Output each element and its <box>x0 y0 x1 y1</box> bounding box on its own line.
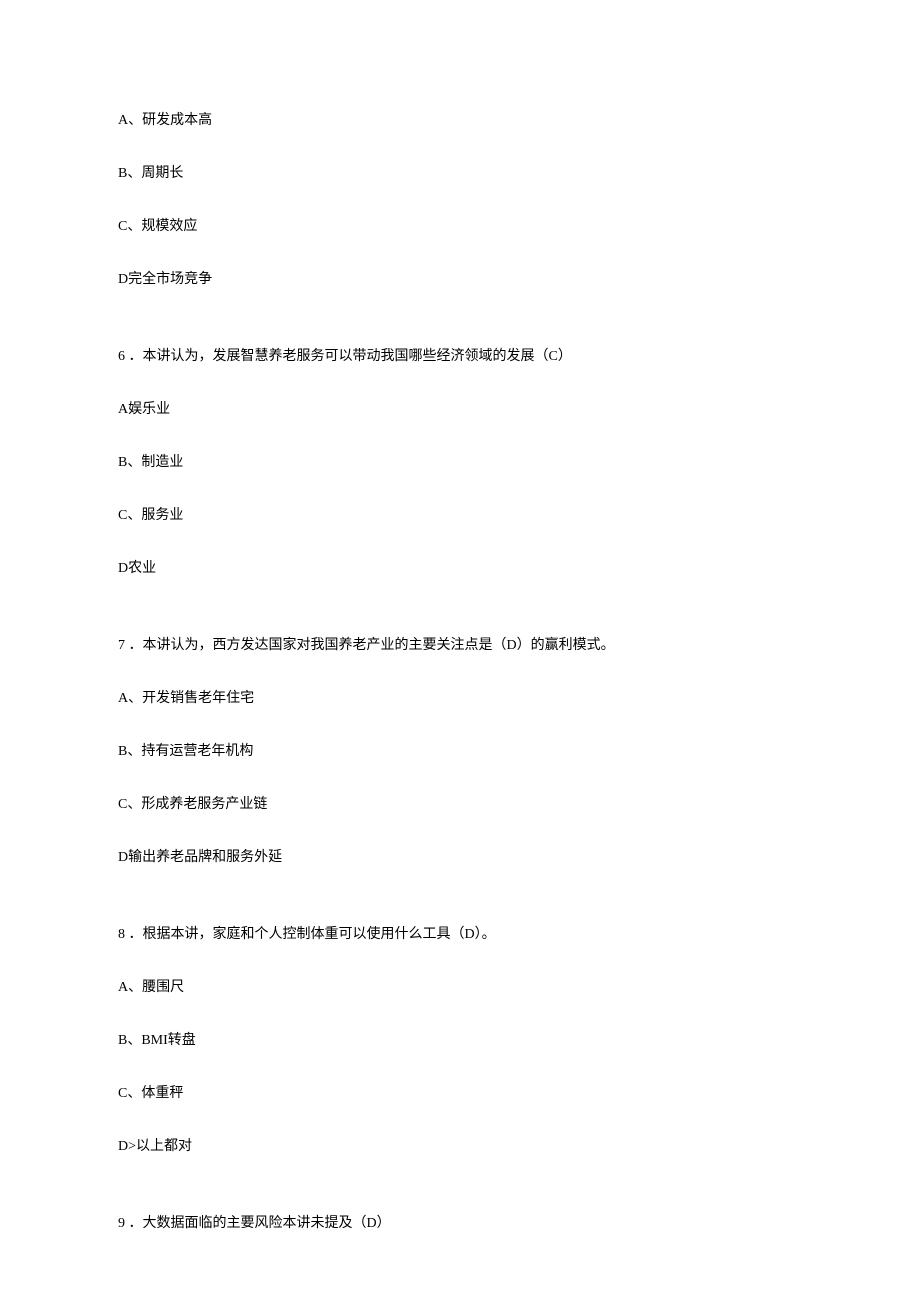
q8-option-d: D>以上都对 <box>118 1136 802 1157</box>
q6-option-d: D农业 <box>118 558 802 579</box>
q5-option-b: B、周期长 <box>118 163 802 184</box>
q6-option-c: C、服务业 <box>118 505 802 526</box>
q8-option-a: A、腰围尺 <box>118 977 802 998</box>
q5-option-a: A、研发成本高 <box>118 110 802 131</box>
q8-option-b: B、BMI转盘 <box>118 1030 802 1051</box>
q6-option-a: A娱乐业 <box>118 399 802 420</box>
q8-option-c: C、体重秤 <box>118 1083 802 1104</box>
q5-option-d: D完全市场竞争 <box>118 269 802 290</box>
q8-text: 8 ．根据本讲，家庭和个人控制体重可以使用什么工具（D）。 <box>118 924 802 945</box>
q7-option-c: C、形成养老服务产业链 <box>118 794 802 815</box>
q7-text: 7 ．本讲认为，西方发达国家对我国养老产业的主要关注点是（D）的赢利模式。 <box>118 635 802 656</box>
q7-option-a: A、开发销售老年住宅 <box>118 688 802 709</box>
q6-text: 6 ．本讲认为，发展智慧养老服务可以带动我国哪些经济领域的发展（C） <box>118 346 802 367</box>
q7-option-b: B、持有运营老年机构 <box>118 741 802 762</box>
q9-text: 9 ．大数据面临的主要风险本讲未提及（D） <box>118 1213 802 1234</box>
q6-option-b: B、制造业 <box>118 452 802 473</box>
q7-option-d: D输出养老品牌和服务外延 <box>118 847 802 868</box>
q5-option-c: C、规模效应 <box>118 216 802 237</box>
